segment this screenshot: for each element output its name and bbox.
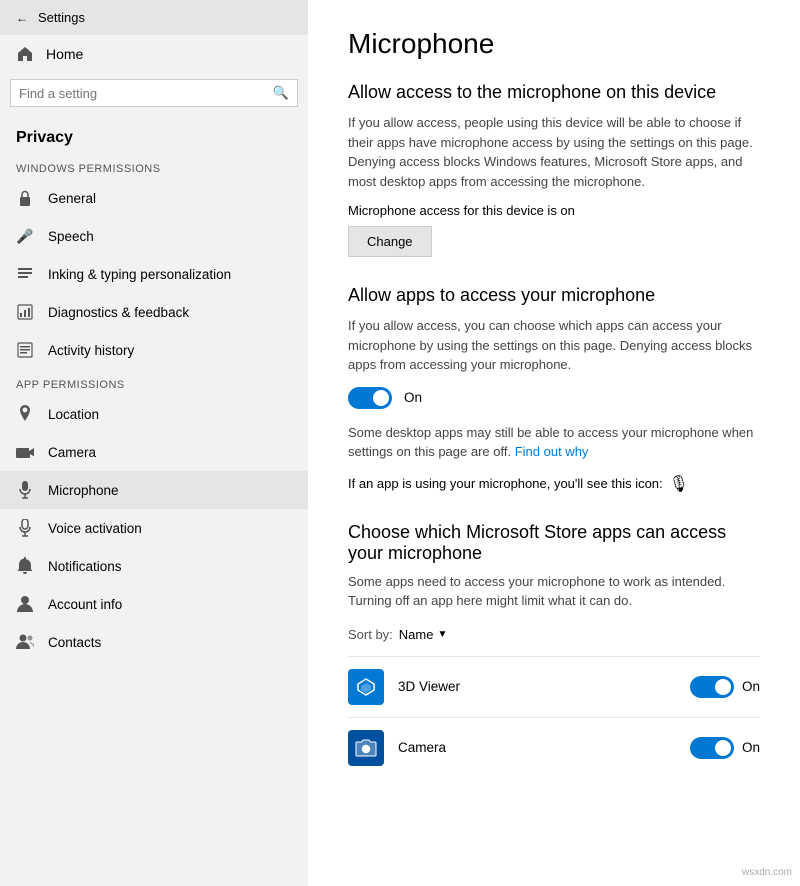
page-title: Microphone <box>348 28 760 60</box>
microphone-label: Microphone <box>48 483 119 498</box>
3dviewer-icon <box>348 669 384 705</box>
voice-label: Voice activation <box>48 521 142 536</box>
sidebar-item-notifications[interactable]: Notifications <box>0 547 308 585</box>
icon-note-text: If an app is using your microphone, you'… <box>348 476 663 491</box>
contacts-icon <box>16 633 34 651</box>
camera-app-toggle[interactable] <box>690 737 734 759</box>
back-icon: ← <box>16 11 28 25</box>
3dviewer-name: 3D Viewer <box>398 679 690 694</box>
activity-label: Activity history <box>48 343 134 358</box>
sidebar: ← Settings Home 🔍 Privacy Windows permis… <box>0 0 308 886</box>
windows-permissions-label: Windows permissions <box>0 153 308 179</box>
sort-chevron-icon: ▼ <box>437 629 447 640</box>
camera-toggle-row: On <box>690 737 760 759</box>
notifications-label: Notifications <box>48 559 122 574</box>
voice-icon <box>16 519 34 537</box>
sidebar-item-speech[interactable]: 🎤 Speech <box>0 217 308 255</box>
sidebar-item-camera[interactable]: Camera <box>0 433 308 471</box>
diagnostics-label: Diagnostics & feedback <box>48 305 189 320</box>
sidebar-item-home[interactable]: Home <box>0 35 308 73</box>
icon-note: If an app is using your microphone, you'… <box>348 474 760 494</box>
privacy-label: Privacy <box>0 117 308 153</box>
diagnostics-icon <box>16 303 34 321</box>
general-label: General <box>48 191 96 206</box>
settings-title: Settings <box>38 10 85 25</box>
mic-indicator-icon: 🎙 <box>669 474 689 494</box>
apps-toggle-row: On <box>348 387 760 409</box>
app-permissions-label: App permissions <box>0 369 308 395</box>
main-content: Microphone Allow access to the microphon… <box>308 0 800 886</box>
location-label: Location <box>48 407 99 422</box>
search-box[interactable]: 🔍 <box>10 79 298 107</box>
section1-title: Allow access to the microphone on this d… <box>348 82 760 103</box>
section3-desc: Some apps need to access your microphone… <box>348 572 760 611</box>
sidebar-item-microphone[interactable]: Microphone <box>0 471 308 509</box>
desktop-apps-note: Some desktop apps may still be able to a… <box>348 423 760 462</box>
sidebar-item-contacts[interactable]: Contacts <box>0 623 308 661</box>
back-button[interactable]: ← Settings <box>0 0 308 35</box>
device-status: Microphone access for this device is on <box>348 203 760 218</box>
activity-icon <box>16 341 34 359</box>
3dviewer-toggle[interactable] <box>690 676 734 698</box>
sort-value[interactable]: Name ▼ <box>399 627 448 642</box>
apps-toggle-label: On <box>404 390 422 405</box>
inking-icon <box>16 265 34 283</box>
home-icon <box>16 45 34 63</box>
app-row-3dviewer: 3D Viewer On <box>348 656 760 717</box>
camera-icon <box>16 443 34 461</box>
3dviewer-toggle-row: On <box>690 676 760 698</box>
apps-toggle[interactable] <box>348 387 392 409</box>
sidebar-item-general[interactable]: General <box>0 179 308 217</box>
speech-label: Speech <box>48 229 94 244</box>
watermark: wsxdn.com <box>742 867 792 878</box>
3dviewer-toggle-label: On <box>742 679 760 694</box>
section1-desc: If you allow access, people using this d… <box>348 113 760 191</box>
sidebar-item-account[interactable]: Account info <box>0 585 308 623</box>
microphone-icon <box>16 481 34 499</box>
camera-app-name: Camera <box>398 740 690 755</box>
account-icon <box>16 595 34 613</box>
search-icon: 🔍 <box>273 85 289 101</box>
sidebar-item-diagnostics[interactable]: Diagnostics & feedback <box>0 293 308 331</box>
search-input[interactable] <box>19 86 273 101</box>
contacts-label: Contacts <box>48 635 101 650</box>
change-button[interactable]: Change <box>348 226 432 257</box>
account-label: Account info <box>48 597 122 612</box>
lock-icon <box>16 189 34 207</box>
sort-by-label: Sort by: <box>348 627 393 642</box>
camera-label: Camera <box>48 445 96 460</box>
section3-title: Choose which Microsoft Store apps can ac… <box>348 522 760 564</box>
sidebar-item-inking[interactable]: Inking & typing personalization <box>0 255 308 293</box>
speech-icon: 🎤 <box>16 227 34 245</box>
location-icon <box>16 405 34 423</box>
sidebar-item-voice[interactable]: Voice activation <box>0 509 308 547</box>
sort-row: Sort by: Name ▼ <box>348 627 760 642</box>
camera-toggle-label: On <box>742 740 760 755</box>
inking-label: Inking & typing personalization <box>48 267 231 282</box>
sidebar-item-activity[interactable]: Activity history <box>0 331 308 369</box>
find-out-why-link[interactable]: Find out why <box>515 444 589 459</box>
notifications-icon <box>16 557 34 575</box>
section2-desc: If you allow access, you can choose whic… <box>348 316 760 375</box>
app-row-camera: Camera On <box>348 717 760 778</box>
section2-title: Allow apps to access your microphone <box>348 285 760 306</box>
home-label: Home <box>46 46 83 62</box>
camera-app-icon <box>348 730 384 766</box>
sidebar-item-location[interactable]: Location <box>0 395 308 433</box>
